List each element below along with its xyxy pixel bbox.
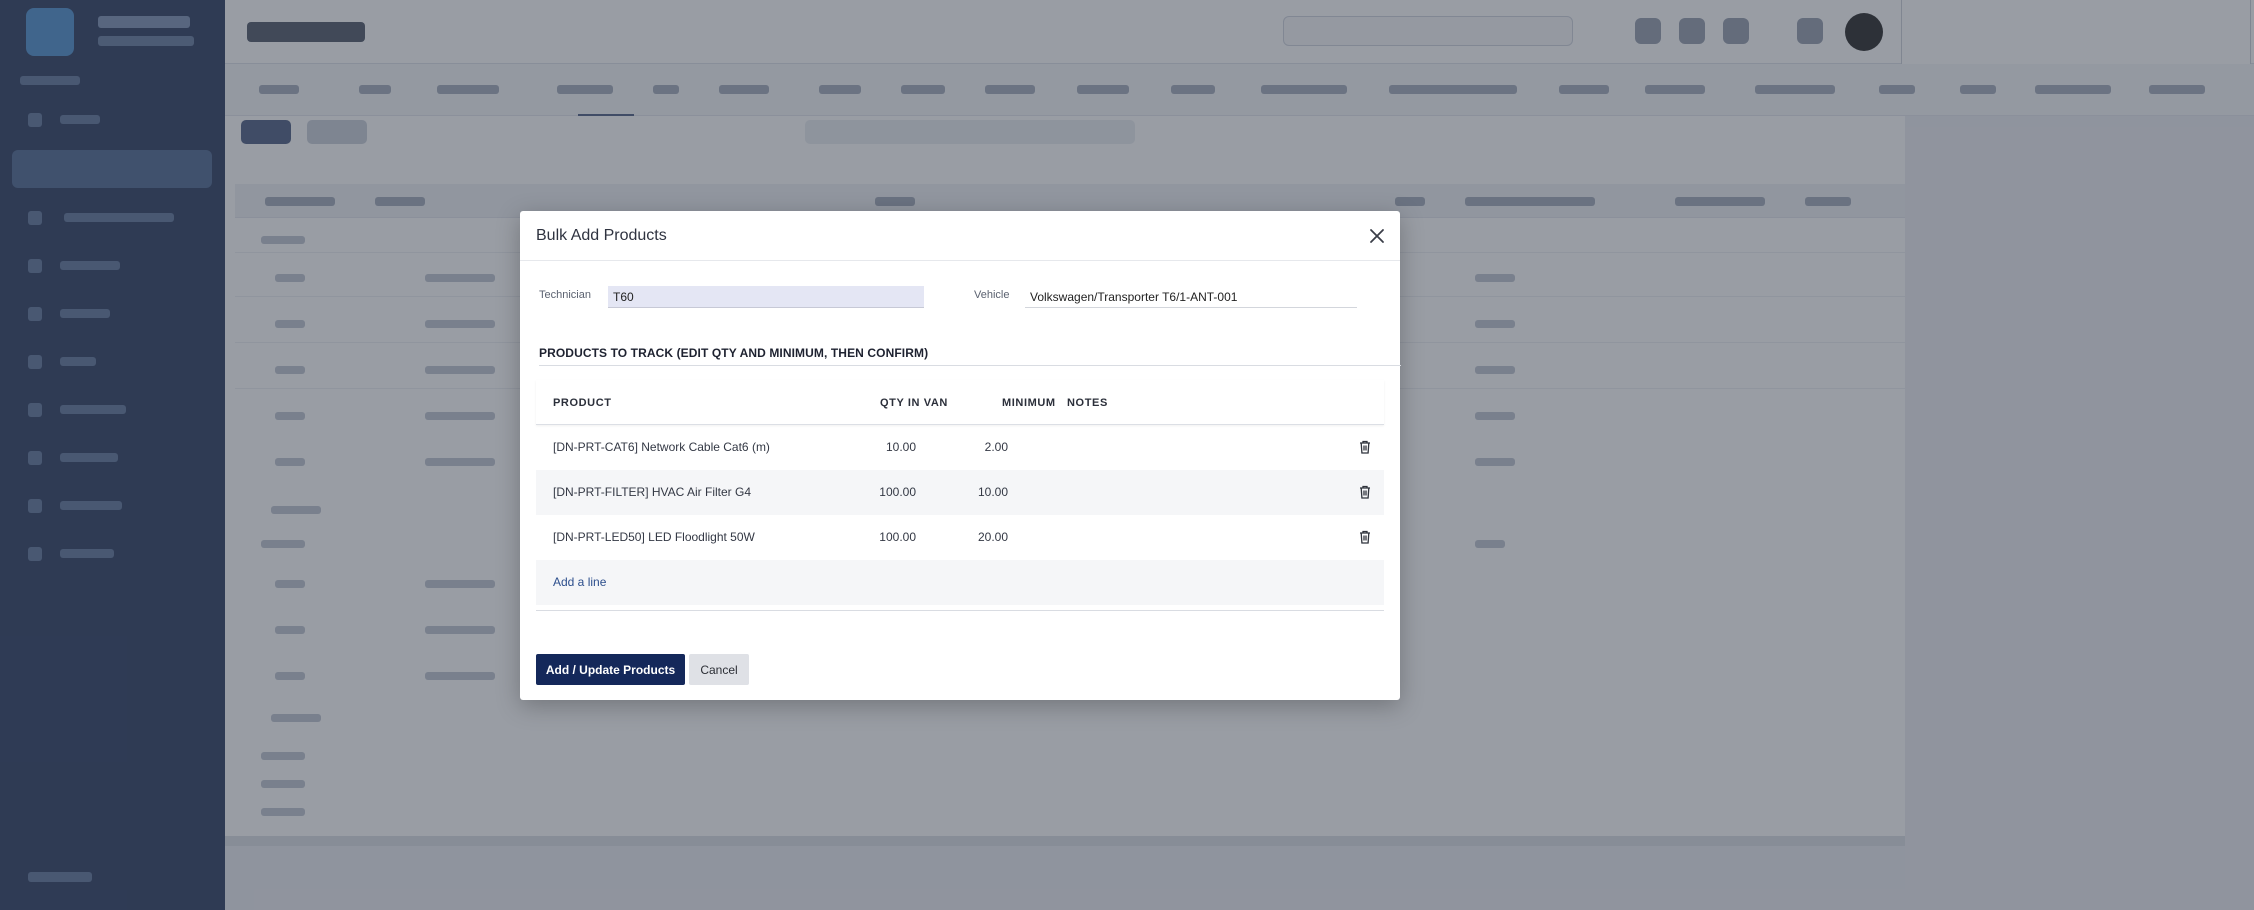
add-update-products-button[interactable]: Add / Update Products (536, 654, 685, 685)
table-row[interactable]: [DN-PRT-FILTER] HVAC Air Filter G4 100.0… (536, 470, 1384, 515)
section-title: PRODUCTS TO TRACK (EDIT QTY AND MINIMUM,… (539, 346, 929, 360)
column-header-minimum: MINIMUM (1002, 397, 1056, 409)
trash-icon[interactable] (1358, 529, 1372, 545)
qty-cell[interactable]: 100.00 (836, 485, 916, 499)
minimum-cell[interactable]: 2.00 (928, 440, 1008, 454)
product-cell[interactable]: [DN-PRT-LED50] LED Floodlight 50W (553, 530, 755, 544)
minimum-cell[interactable]: 20.00 (928, 530, 1008, 544)
technician-label: Technician (539, 289, 591, 301)
qty-cell[interactable]: 100.00 (836, 530, 916, 544)
table-row[interactable]: [DN-PRT-CAT6] Network Cable Cat6 (m) 10.… (536, 425, 1384, 470)
technician-field[interactable]: T60 (608, 286, 924, 308)
product-cell[interactable]: [DN-PRT-CAT6] Network Cable Cat6 (m) (553, 440, 770, 454)
dialog-title: Bulk Add Products (536, 227, 667, 244)
bulk-add-products-dialog: Bulk Add Products Technician T60 Vehicle… (520, 211, 1401, 700)
close-icon[interactable] (1364, 223, 1390, 249)
table-header: PRODUCT QTY IN VAN MINIMUM NOTES (536, 380, 1384, 425)
dialog-header: Bulk Add Products (520, 211, 1400, 261)
minimum-cell[interactable]: 10.00 (928, 485, 1008, 499)
vehicle-label: Vehicle (974, 289, 1010, 301)
column-header-qty: QTY IN VAN (880, 397, 948, 409)
product-cell[interactable]: [DN-PRT-FILTER] HVAC Air Filter G4 (553, 485, 751, 499)
cancel-button[interactable]: Cancel (689, 654, 749, 685)
divider (536, 610, 1384, 611)
add-line-row: Add a line (536, 560, 1384, 605)
trash-icon[interactable] (1358, 439, 1372, 455)
divider (539, 365, 1401, 366)
table-row[interactable]: [DN-PRT-LED50] LED Floodlight 50W 100.00… (536, 515, 1384, 560)
add-line-link[interactable]: Add a line (553, 575, 606, 589)
qty-cell[interactable]: 10.00 (836, 440, 916, 454)
column-header-product: PRODUCT (553, 397, 612, 409)
vehicle-field[interactable]: Volkswagen/Transporter T6/1-ANT-001 (1025, 286, 1357, 308)
trash-icon[interactable] (1358, 484, 1372, 500)
column-header-notes: NOTES (1067, 397, 1108, 409)
